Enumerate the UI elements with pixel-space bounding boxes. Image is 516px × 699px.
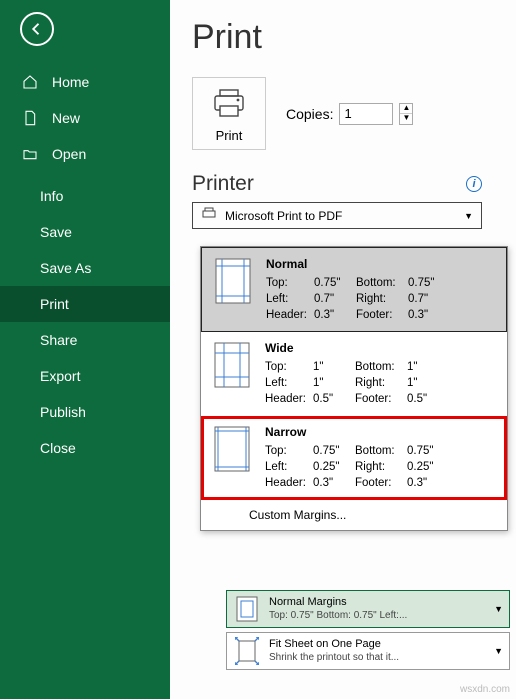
sidebar-item-save[interactable]: Save: [0, 214, 170, 250]
margin-option-name: Narrow: [265, 424, 497, 441]
print-button-label: Print: [197, 128, 261, 143]
sidebar-item-label: Print: [40, 296, 69, 312]
margins-dropdown-line2: Top: 0.75" Bottom: 0.75" Left:...: [269, 610, 469, 622]
margin-option-name: Wide: [265, 340, 497, 357]
sidebar-item-label: Share: [40, 332, 77, 348]
print-button[interactable]: Print: [192, 77, 266, 150]
home-icon: [22, 74, 38, 90]
sidebar-item-open[interactable]: Open: [0, 136, 170, 172]
sidebar-item-label: Save As: [40, 260, 91, 276]
copies-label: Copies:: [286, 106, 333, 122]
sidebar-item-label: New: [52, 110, 80, 126]
sidebar-item-save-as[interactable]: Save As: [0, 250, 170, 286]
margin-option-narrow[interactable]: Narrow Top:0.75"Bottom:0.75" Left:0.25"R…: [201, 416, 507, 500]
copies-increase-button[interactable]: ▲: [400, 104, 412, 114]
back-button[interactable]: [20, 12, 54, 46]
margins-dropdown-line1: Normal Margins: [269, 596, 486, 609]
printer-icon-small: [201, 207, 217, 224]
margins-popup: Normal Top:0.75"Bottom:0.75" Left:0.7"Ri…: [200, 246, 508, 531]
sidebar-item-label: Info: [40, 188, 63, 204]
margins-icon: [233, 595, 261, 623]
sidebar-item-label: Open: [52, 146, 86, 162]
sidebar-item-info[interactable]: Info: [0, 172, 170, 214]
sidebar-item-label: Export: [40, 368, 80, 384]
margin-option-name: Normal: [266, 256, 496, 273]
margin-thumb-icon: [211, 424, 253, 474]
copies-input[interactable]: [339, 103, 393, 125]
fit-page-icon: [233, 637, 261, 665]
chevron-down-icon: ▼: [494, 604, 503, 614]
folder-open-icon: [22, 146, 38, 162]
scaling-dropdown-line2: Shrink the printout so that it...: [269, 652, 469, 664]
info-icon[interactable]: i: [466, 176, 482, 192]
custom-margins-item[interactable]: Custom Margins...: [201, 500, 507, 530]
sidebar-item-label: Close: [40, 440, 76, 456]
watermark: wsxdn.com: [460, 684, 510, 695]
page-title: Print: [192, 18, 506, 57]
printer-dropdown[interactable]: Microsoft Print to PDF ▼: [192, 202, 482, 229]
margin-option-wide[interactable]: Wide Top:1"Bottom:1" Left:1"Right:1" Hea…: [201, 332, 507, 416]
sidebar-item-share[interactable]: Share: [0, 322, 170, 358]
printer-icon: [197, 84, 261, 124]
printer-heading: Printer: [192, 172, 254, 196]
sidebar-item-label: Home: [52, 74, 89, 90]
chevron-down-icon: ▼: [464, 211, 473, 221]
sidebar-item-print[interactable]: Print: [0, 286, 170, 322]
document-icon: [22, 110, 38, 126]
sidebar-item-new[interactable]: New: [0, 100, 170, 136]
sidebar-item-home[interactable]: Home: [0, 64, 170, 100]
printer-selected-label: Microsoft Print to PDF: [225, 209, 342, 223]
margins-dropdown[interactable]: Normal Margins Top: 0.75" Bottom: 0.75" …: [226, 590, 510, 628]
copies-decrease-button[interactable]: ▼: [400, 114, 412, 124]
margin-option-normal[interactable]: Normal Top:0.75"Bottom:0.75" Left:0.7"Ri…: [201, 247, 507, 332]
sidebar-item-label: Publish: [40, 404, 86, 420]
scaling-dropdown[interactable]: Fit Sheet on One Page Shrink the printou…: [226, 632, 510, 670]
chevron-down-icon: ▼: [494, 646, 503, 656]
margin-thumb-icon: [211, 340, 253, 390]
sidebar-item-export[interactable]: Export: [0, 358, 170, 394]
sidebar-item-label: Save: [40, 224, 72, 240]
scaling-dropdown-line1: Fit Sheet on One Page: [269, 638, 486, 651]
sidebar-item-close[interactable]: Close: [0, 430, 170, 466]
margin-thumb-icon: [212, 256, 254, 306]
sidebar-item-publish[interactable]: Publish: [0, 394, 170, 430]
